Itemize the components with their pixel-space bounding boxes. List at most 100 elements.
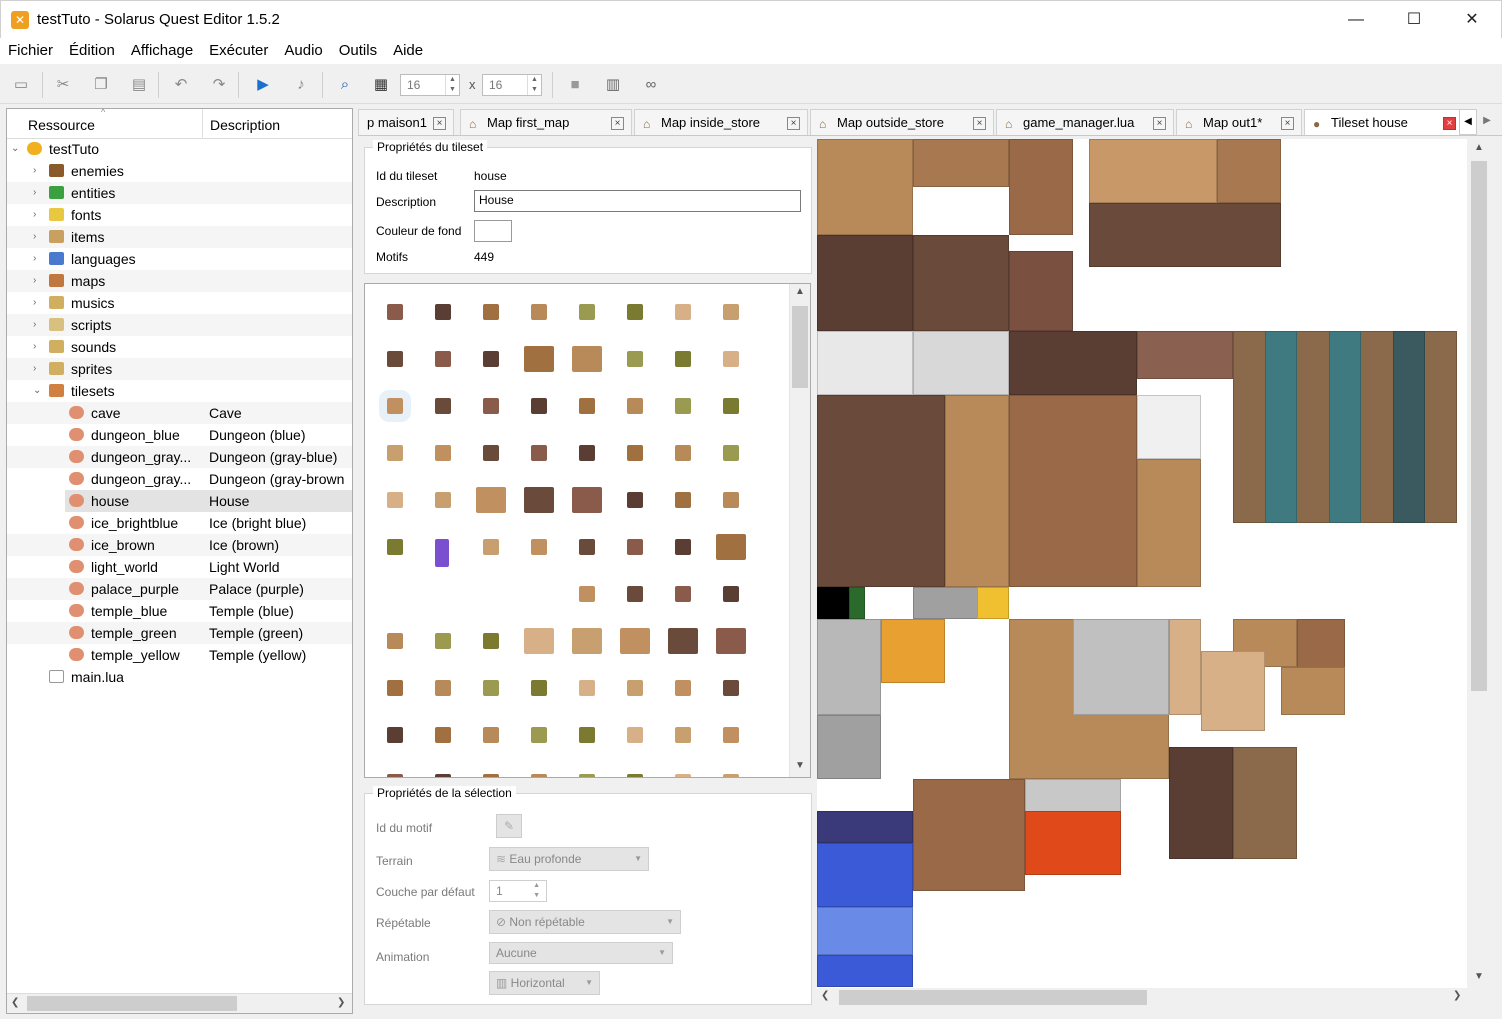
tileset-tile-block[interactable] — [913, 139, 1009, 187]
pattern-thumbnail[interactable] — [531, 774, 547, 777]
tree-folder-scripts[interactable]: › scripts — [7, 314, 352, 336]
pattern-thumbnail[interactable] — [579, 774, 595, 777]
tree-folder-maps[interactable]: › maps — [7, 270, 352, 292]
pattern-thumbnail[interactable] — [723, 304, 739, 320]
expanded-arrow-icon[interactable]: ⌄ — [33, 380, 41, 402]
tileset-tile-block[interactable] — [817, 619, 881, 715]
pattern-thumbnail[interactable] — [627, 680, 643, 696]
tileset-tile-block[interactable] — [1089, 139, 1217, 203]
pattern-thumbnail[interactable] — [387, 680, 403, 696]
default-layer-spinner[interactable]: 1 ▲ ▼ — [489, 880, 547, 902]
tileset-tile-block[interactable] — [1137, 331, 1233, 379]
pattern-thumbnail[interactable] — [379, 390, 411, 422]
collapsed-arrow-icon[interactable]: › — [33, 358, 36, 380]
tileset-tile-block[interactable] — [945, 395, 1009, 587]
tileset-tile-block[interactable] — [817, 843, 913, 907]
menu-executer[interactable]: Exécuter — [201, 38, 276, 64]
pattern-thumbnail[interactable] — [579, 539, 595, 555]
animation-select[interactable]: Aucune ▼ — [489, 942, 673, 964]
pattern-thumbnail[interactable] — [483, 398, 499, 414]
pattern-thumbnail[interactable] — [435, 351, 451, 367]
menu-outils[interactable]: Outils — [331, 38, 385, 64]
pattern-thumbnail[interactable] — [387, 304, 403, 320]
tileset-tile-block[interactable] — [1137, 395, 1201, 459]
grid-icon[interactable]: ▦ — [368, 72, 394, 96]
pattern-thumbnail[interactable] — [675, 586, 691, 602]
collapsed-arrow-icon[interactable]: › — [33, 204, 36, 226]
tileset-tile-block[interactable] — [1009, 139, 1073, 235]
tileset-tile-block[interactable] — [1073, 619, 1169, 715]
grid-width-spinner[interactable]: 16 ▲ ▼ — [400, 74, 460, 96]
pattern-thumbnail[interactable] — [627, 398, 643, 414]
pattern-thumbnail[interactable] — [723, 727, 739, 743]
pattern-thumbnail[interactable] — [627, 445, 643, 461]
tileset-tile-block[interactable] — [1009, 395, 1137, 587]
pattern-thumbnail[interactable] — [723, 774, 739, 777]
tileset-tile-block[interactable] — [817, 955, 913, 987]
tileset-tile-block[interactable] — [817, 811, 913, 843]
pattern-thumbnail[interactable] — [675, 680, 691, 696]
tileset-tile-block[interactable] — [849, 587, 865, 619]
column-resource[interactable]: Ressource — [28, 117, 95, 133]
scroll-left-icon[interactable]: ❮ — [11, 997, 19, 1008]
pattern-thumbnail[interactable] — [579, 586, 595, 602]
edit-pencil-icon[interactable]: ✎ — [496, 814, 522, 838]
collapsed-arrow-icon[interactable]: › — [33, 292, 36, 314]
tab-scroll-left-icon[interactable]: ◀ — [1459, 109, 1477, 135]
pattern-thumbnail[interactable] — [716, 534, 746, 560]
scrollbar-thumb[interactable] — [792, 306, 808, 388]
tree-folder-sounds[interactable]: › sounds — [7, 336, 352, 358]
scroll-up-icon[interactable]: ▲ — [795, 286, 805, 297]
column-description[interactable]: Description — [210, 117, 280, 133]
pattern-thumbnail[interactable] — [572, 487, 602, 513]
pattern-thumbnail[interactable] — [627, 492, 643, 508]
tree-item-tileset[interactable]: dungeon_blue Dungeon (blue) — [7, 424, 352, 446]
maximize-button[interactable]: ☐ — [1385, 1, 1443, 39]
pattern-thumbnail[interactable] — [675, 398, 691, 414]
pattern-thumbnail[interactable] — [675, 774, 691, 777]
tab-close-icon[interactable]: × — [973, 117, 986, 130]
tileset-tile-block[interactable] — [817, 715, 881, 779]
tree-horizontal-scrollbar[interactable]: ❮ ❯ — [7, 993, 352, 1013]
pattern-thumbnail[interactable] — [579, 727, 595, 743]
tree-item-tileset[interactable]: temple_green Temple (green) — [7, 622, 352, 644]
tree-folder-languages[interactable]: › languages — [7, 248, 352, 270]
scrollbar-thumb[interactable] — [839, 990, 1147, 1005]
pattern-thumbnail[interactable] — [483, 351, 499, 367]
tab-6[interactable]: ● Tileset house × — [1304, 109, 1464, 135]
pattern-thumbnail[interactable] — [627, 586, 643, 602]
pattern-thumbnail[interactable] — [435, 492, 451, 508]
tree-item-tileset[interactable]: ice_brightblue Ice (bright blue) — [7, 512, 352, 534]
resource-tree[interactable]: Ressource ^ Description ⌄ testTuto › enemie… — [6, 107, 353, 1014]
pattern-thumbnail[interactable] — [620, 628, 650, 654]
tree-item-tileset[interactable]: dungeon_gray... Dungeon (gray-blue) — [7, 446, 352, 468]
grid-height-spinner[interactable]: 16 ▲ ▼ — [482, 74, 542, 96]
square-icon[interactable]: ■ — [562, 72, 588, 96]
scroll-right-icon[interactable]: ❯ — [1453, 990, 1461, 1001]
tileset-tile-block[interactable] — [1089, 203, 1281, 267]
pattern-thumbnail[interactable] — [483, 304, 499, 320]
pattern-thumbnail[interactable] — [627, 774, 643, 777]
pattern-thumbnail[interactable] — [627, 539, 643, 555]
scroll-left-icon[interactable]: ❮ — [821, 990, 829, 1001]
pattern-thumbnail[interactable] — [435, 539, 449, 567]
tileset-tile-block[interactable] — [1329, 331, 1361, 523]
collapsed-arrow-icon[interactable]: › — [33, 270, 36, 292]
pattern-thumbnail[interactable] — [483, 539, 499, 555]
pattern-thumbnail[interactable] — [483, 774, 499, 777]
run-icon[interactable]: ▶ — [250, 72, 276, 96]
pattern-thumbnail[interactable] — [435, 727, 451, 743]
tree-folder-items[interactable]: › items — [7, 226, 352, 248]
tileset-tile-block[interactable] — [1169, 747, 1233, 859]
tree-item-tileset[interactable]: light_world Light World — [7, 556, 352, 578]
tree-item-tileset[interactable]: cave Cave — [7, 402, 352, 424]
tree-item-tileset[interactable]: house House — [65, 490, 352, 512]
pattern-list-scrollbar[interactable]: ▲ ▼ — [789, 284, 810, 777]
pattern-thumbnail[interactable] — [531, 445, 547, 461]
pattern-thumbnail[interactable] — [483, 727, 499, 743]
cut-icon[interactable]: ✂ — [50, 72, 76, 96]
tileset-tile-block[interactable] — [817, 235, 913, 331]
expanded-arrow-icon[interactable]: ⌄ — [11, 138, 19, 160]
tab-5[interactable]: ⌂ Map out1* × — [1176, 109, 1302, 135]
tileset-tile-block[interactable] — [1025, 811, 1121, 875]
